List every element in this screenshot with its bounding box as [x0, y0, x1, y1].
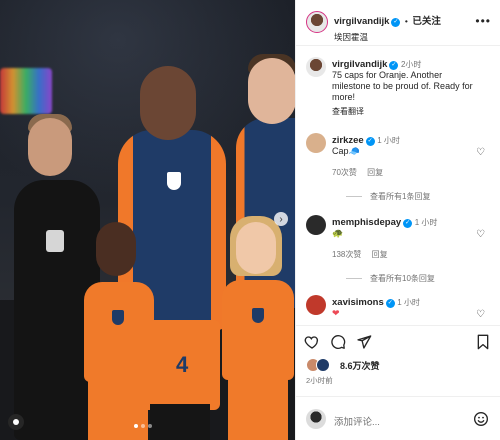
mascot-child-left	[84, 282, 154, 382]
location-subtitle[interactable]: 埃因霍温	[334, 31, 441, 43]
comment-heart-icon[interactable]: ♡	[476, 309, 485, 320]
author-avatar[interactable]	[306, 11, 328, 33]
verified-icon: ✓	[391, 18, 401, 27]
comment-username[interactable]: zirkzee	[332, 135, 364, 146]
carousel-dots	[134, 424, 152, 428]
viewer-avatar	[306, 409, 326, 429]
verified-icon: ✓	[365, 137, 375, 146]
caption-text: 75 caps for Oranje. Another milestone to…	[332, 70, 473, 102]
comment-username[interactable]: memphisdepay	[332, 217, 401, 228]
post-time: 2小时前	[306, 376, 333, 385]
comment-likes[interactable]: 70次赞	[332, 168, 357, 177]
bookmark-icon[interactable]	[475, 334, 491, 350]
comment-text: ❤	[332, 308, 340, 318]
share-icon[interactable]	[356, 334, 372, 350]
post-header: virgilvandijk ✓ • 已关注 埃因霍温 •••	[296, 0, 500, 46]
carousel-dot	[134, 424, 138, 428]
next-arrow-icon[interactable]: ›	[274, 212, 288, 226]
liker-avatar	[316, 358, 330, 372]
view-replies[interactable]: 查看所有10条回复	[346, 273, 435, 284]
verified-icon: ✓	[403, 219, 413, 228]
more-options-icon[interactable]: •••	[475, 14, 491, 28]
heart-icon[interactable]	[304, 334, 320, 350]
comment-time: 1 小时	[397, 298, 420, 307]
commenter-avatar[interactable]	[306, 295, 326, 315]
team-crest	[167, 172, 181, 190]
comment-icon[interactable]	[330, 334, 346, 350]
carousel-dot	[148, 424, 152, 428]
add-comment-bar: 添加评论...	[296, 396, 500, 440]
shorts-number: 4	[176, 352, 189, 377]
comment-time: 1 小时	[377, 136, 400, 145]
comment-input[interactable]: 添加评论...	[334, 414, 380, 428]
separator: •	[404, 16, 408, 26]
likes-summary[interactable]: 8.6万次赞	[306, 358, 380, 372]
instagram-post-dialog: 4 › virgilvandijk ✓ • 已关注 埃因霍温 ••• virgi…	[0, 0, 500, 440]
verified-icon: ✓	[385, 299, 395, 308]
post-photo[interactable]: 4 ›	[0, 0, 295, 440]
caption-username[interactable]: virgilvandijk	[332, 59, 387, 70]
follow-status[interactable]: 已关注	[412, 16, 441, 27]
post-actions: 8.6万次赞 2小时前	[296, 325, 500, 395]
stadium-led-board	[0, 68, 52, 114]
comment-username[interactable]: xavisimons	[332, 297, 384, 308]
comment-text: 🐢	[332, 228, 344, 238]
comments-list[interactable]: virgilvandijk ✓ 2小时 75 caps for Oranje. A…	[296, 47, 500, 325]
referee-badge	[46, 230, 64, 252]
author-avatar[interactable]	[306, 57, 326, 77]
commenter-avatar[interactable]	[306, 133, 326, 153]
translate-link[interactable]: 查看翻译	[332, 106, 482, 117]
comment-likes[interactable]: 138次赞	[332, 250, 361, 259]
carousel-dot	[141, 424, 145, 428]
view-replies[interactable]: 查看所有1条回复	[346, 191, 430, 202]
caption-time: 2小时	[400, 60, 422, 69]
like-count[interactable]: 8.6万次赞	[340, 359, 380, 372]
verified-icon: ✓	[389, 61, 399, 70]
comment-heart-icon[interactable]: ♡	[476, 229, 485, 240]
emoji-icon[interactable]	[473, 411, 489, 427]
comment-text: Cap🧢	[332, 146, 360, 156]
author-username[interactable]: virgilvandijk	[334, 16, 389, 27]
reply-button[interactable]: 回复	[367, 168, 383, 177]
comment-time: 1 小时	[414, 218, 438, 227]
reply-button[interactable]: 回复	[372, 250, 388, 259]
commenter-avatar[interactable]	[306, 215, 326, 235]
user-tag-icon[interactable]	[8, 414, 24, 430]
post-side-panel: virgilvandijk ✓ • 已关注 埃因霍温 ••• virgilvand…	[295, 0, 500, 440]
comment-heart-icon[interactable]: ♡	[476, 147, 485, 158]
mascot-child-right	[222, 280, 294, 380]
